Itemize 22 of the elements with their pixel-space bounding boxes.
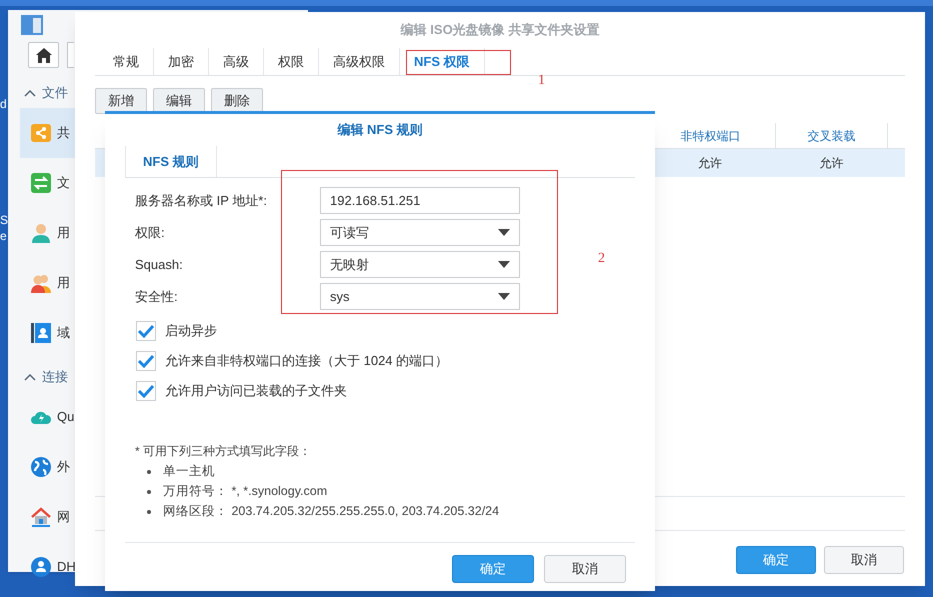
field-label: 权限: bbox=[135, 224, 166, 242]
checkbox-label: 允许用户访问已装载的子文件夹 bbox=[165, 382, 347, 400]
note-text: * 可用下列三种方式填写此字段： bbox=[135, 443, 312, 460]
section-header: 连接 bbox=[42, 368, 68, 386]
annotation-number: 2 bbox=[598, 250, 605, 268]
desktop-label: S bbox=[0, 214, 8, 226]
bullet-text: 单一主机 bbox=[163, 463, 215, 480]
checkbox-label: 启动异步 bbox=[165, 322, 217, 340]
checkbox-label: 允许来自非特权端口的连接（大于 1024 的端口） bbox=[165, 352, 448, 370]
desktop-label: d bbox=[0, 98, 7, 110]
window-title: 编辑 ISO光盘镜像 共享文件夹设置 bbox=[399, 21, 600, 40]
annotation-number: 1 bbox=[538, 72, 545, 90]
section-header: 文件 bbox=[42, 84, 68, 102]
table-cell-text: 允许 bbox=[697, 155, 723, 172]
table-cell-text: 允许 bbox=[818, 155, 844, 172]
bullet-text: 万用符号： *, *.synology.com bbox=[163, 483, 328, 500]
field-label: 安全性: bbox=[135, 288, 179, 306]
dialog-title: 编辑 NFS 规则 bbox=[336, 121, 424, 140]
desktop-label: e bbox=[0, 230, 7, 242]
field-label: Squash: bbox=[135, 256, 184, 274]
bullet-text: 网络区段： 203.74.205.32/255.255.255.0, 203.74.205.32/24 bbox=[163, 503, 500, 520]
field-label: 服务器名称或 IP 地址*: bbox=[135, 192, 268, 210]
